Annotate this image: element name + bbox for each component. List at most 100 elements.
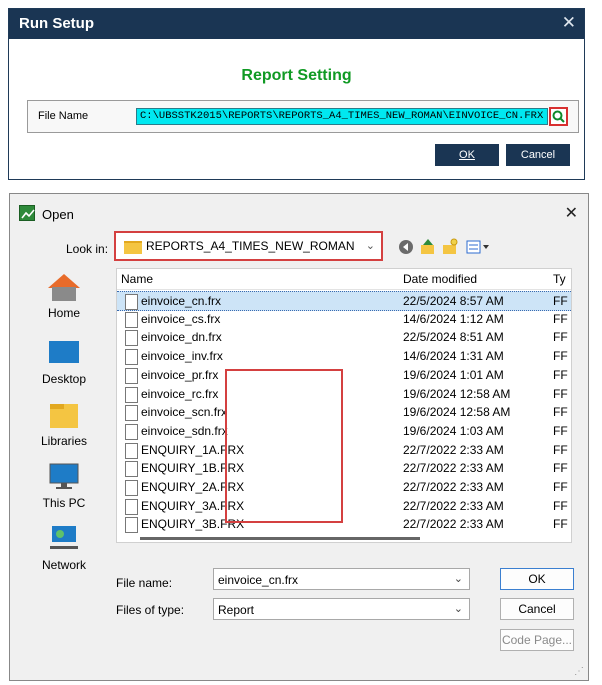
file-name-input[interactable]: einvoice_cn.frx ⌄ <box>213 568 470 590</box>
file-type: FF <box>553 442 568 457</box>
horizontal-scrollbar[interactable] <box>140 537 420 540</box>
file-type: FF <box>553 480 568 494</box>
look-in-dropdown[interactable]: REPORTS_A4_TIMES_NEW_ROMAN ⌄ <box>114 231 383 261</box>
app-chart-icon <box>19 205 35 221</box>
file-icon <box>125 442 138 459</box>
file-name: einvoice_rc.frx <box>141 386 219 401</box>
file-row[interactable]: einvoice_pr.frx 19/6/2024 1:01 AM FF <box>117 366 571 384</box>
look-in-value: REPORTS_A4_TIMES_NEW_ROMAN <box>146 239 355 253</box>
file-icon <box>125 311 138 328</box>
file-type: FF <box>553 330 568 345</box>
file-name: einvoice_scn.frx <box>141 405 228 420</box>
chevron-down-icon[interactable]: ⌄ <box>454 572 463 585</box>
file-name-panel: File Name C:\UBSSTK2015\REPORTS\REPORTS_… <box>27 100 579 133</box>
file-name-input[interactable]: C:\UBSSTK2015\REPORTS\REPORTS_A4_TIMES_N… <box>136 108 548 125</box>
file-type: FF <box>553 386 568 401</box>
column-header-name[interactable]: Name <box>121 272 153 286</box>
place-this-pc[interactable]: This PC <box>14 462 114 514</box>
files-of-type-value: Report <box>218 603 255 617</box>
file-date: 22/5/2024 8:51 AM <box>403 330 504 345</box>
file-row[interactable]: einvoice_scn.frx 19/6/2024 12:58 AM FF <box>117 403 571 422</box>
file-row[interactable]: einvoice_sdn.frx 19/6/2024 1:03 AM FF <box>117 422 571 440</box>
ok-button[interactable]: OK <box>435 144 499 166</box>
cancel-button[interactable]: Cancel <box>500 598 574 620</box>
place-network[interactable]: Network <box>14 524 114 576</box>
file-row[interactable]: einvoice_rc.frx 19/6/2024 12:58 AM FF <box>117 385 571 403</box>
file-date: 14/6/2024 1:12 AM <box>403 311 504 326</box>
file-icon <box>125 423 138 440</box>
file-row[interactable]: einvoice_inv.frx 14/6/2024 1:31 AM FF <box>117 347 571 366</box>
new-folder-icon[interactable] <box>441 238 459 256</box>
file-name: einvoice_inv.frx <box>141 349 223 364</box>
file-type: FF <box>553 461 568 476</box>
code-page-button[interactable]: Code Page... <box>500 629 574 651</box>
file-row[interactable]: einvoice_dn.frx 22/5/2024 8:51 AM FF <box>117 328 571 347</box>
file-row[interactable]: ENQUIRY_3A.FRX 22/7/2022 2:33 AM FF <box>117 497 571 515</box>
run-setup-dialog: Run Setup ✕ Report Setting File Name C:\… <box>8 8 585 180</box>
file-icon <box>125 367 138 384</box>
file-date: 22/5/2024 8:57 AM <box>403 294 504 308</box>
highlight-box <box>225 369 343 523</box>
place-label: Libraries <box>40 434 88 448</box>
file-row[interactable]: ENQUIRY_3B.FRX 22/7/2022 2:33 AM FF <box>117 515 571 534</box>
sort-arrow-icon: ^ <box>257 268 262 274</box>
close-icon[interactable]: ✕ <box>562 13 576 33</box>
file-type: FF <box>553 517 568 532</box>
look-in-label: Look in: <box>66 242 109 256</box>
place-label: Desktop <box>41 372 87 386</box>
ok-button-label: OK <box>459 149 475 161</box>
file-date: 19/6/2024 1:01 AM <box>403 367 504 382</box>
place-label: Network <box>41 558 86 572</box>
file-icon <box>125 498 138 515</box>
file-row[interactable]: ENQUIRY_1B.FRX 22/7/2022 2:33 AM FF <box>117 459 571 478</box>
file-row[interactable]: einvoice_cn.frx 22/5/2024 8:57 AM FF <box>117 291 571 311</box>
places-bar: Home Desktop Libraries This PC Network <box>14 270 114 572</box>
file-name: einvoice_cn.frx <box>141 294 222 308</box>
file-icon <box>125 517 138 534</box>
file-type: FF <box>553 367 568 382</box>
file-row[interactable]: ENQUIRY_1A.FRX 22/7/2022 2:33 AM FF <box>117 441 571 459</box>
view-menu-icon[interactable] <box>465 238 491 256</box>
column-header-date[interactable]: Date modified <box>403 272 477 286</box>
file-type: FF <box>553 349 568 364</box>
file-icon <box>125 386 138 403</box>
column-header-type[interactable]: Ty <box>553 272 566 286</box>
file-icon <box>125 461 138 478</box>
header-divider <box>117 289 571 290</box>
file-icon <box>125 294 138 310</box>
place-libraries[interactable]: Libraries <box>14 400 114 452</box>
file-name-value: einvoice_cn.frx <box>218 573 299 587</box>
file-date: 22/7/2022 2:33 AM <box>403 517 504 532</box>
file-list[interactable]: Name ^ Date modified Ty einvoice_cn.frx 2… <box>116 268 572 543</box>
home-icon <box>48 274 80 301</box>
file-date: 22/7/2022 2:33 AM <box>403 498 504 513</box>
open-file-dialog: Open ✕ Look in: REPORTS_A4_TIMES_NEW_ROM… <box>9 193 589 681</box>
resize-grip-icon[interactable]: ⋰ <box>574 666 584 677</box>
run-setup-titlebar: Run Setup ✕ <box>9 9 584 39</box>
up-folder-icon[interactable] <box>419 238 437 256</box>
ok-button[interactable]: OK <box>500 568 574 590</box>
back-icon[interactable] <box>397 238 415 256</box>
place-home[interactable]: Home <box>14 272 114 324</box>
libraries-icon <box>50 404 78 428</box>
close-icon[interactable]: ✕ <box>565 203 578 222</box>
browse-button[interactable] <box>549 107 568 126</box>
files-of-type-select[interactable]: Report ⌄ <box>213 598 470 620</box>
cancel-button[interactable]: Cancel <box>506 144 570 166</box>
report-setting-heading: Report Setting <box>241 67 352 84</box>
place-desktop[interactable]: Desktop <box>14 338 114 390</box>
place-label: This PC <box>42 496 86 510</box>
file-icon <box>125 330 138 347</box>
file-name: einvoice_pr.frx <box>141 367 219 382</box>
file-icon <box>125 349 138 366</box>
file-type: FF <box>553 405 568 420</box>
file-icon <box>125 480 138 496</box>
file-type: FF <box>553 294 568 308</box>
file-row[interactable]: einvoice_cs.frx 14/6/2024 1:12 AM FF <box>117 310 571 328</box>
file-type: FF <box>553 311 568 326</box>
file-icon <box>125 405 138 422</box>
file-row[interactable]: ENQUIRY_2A.FRX 22/7/2022 2:33 AM FF <box>117 478 571 496</box>
chevron-down-icon: ⌄ <box>365 240 375 252</box>
cancel-button-label: Cancel <box>520 149 556 161</box>
desktop-icon <box>49 341 79 363</box>
